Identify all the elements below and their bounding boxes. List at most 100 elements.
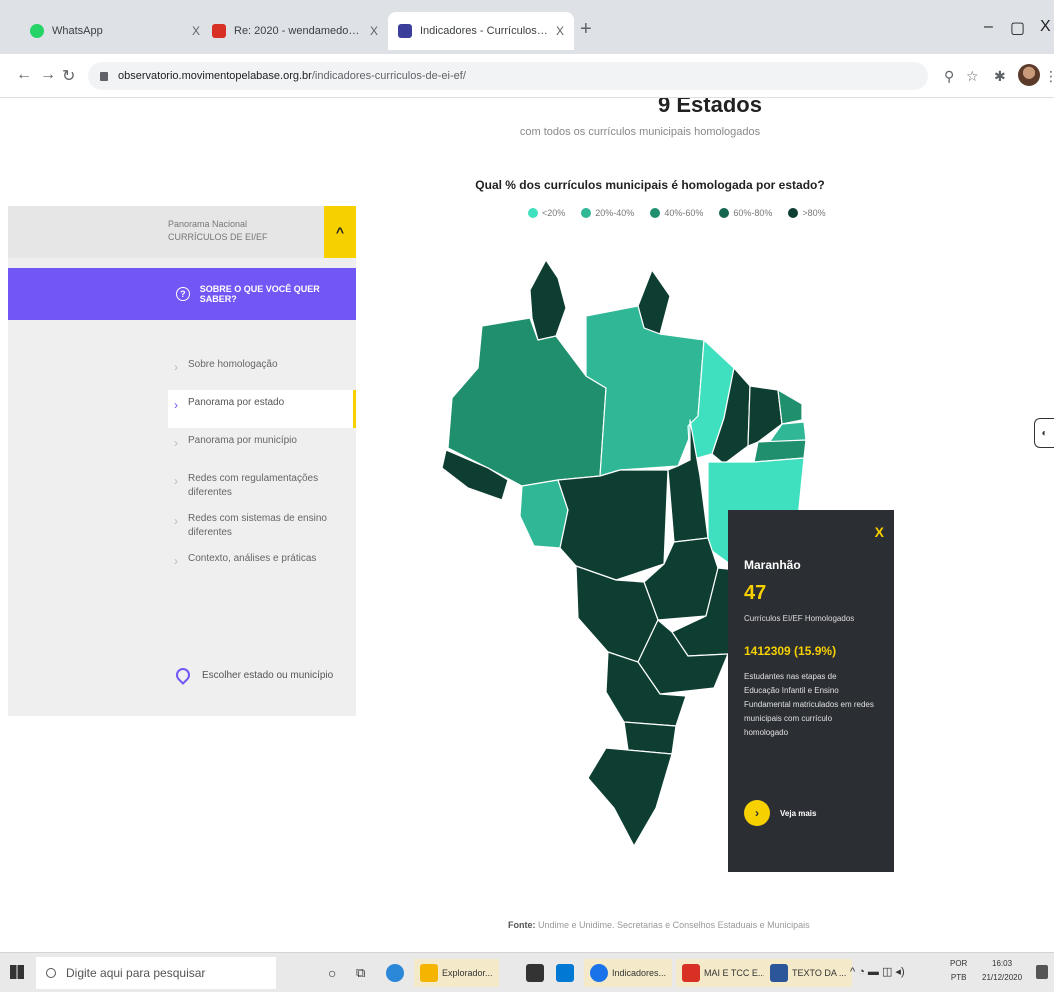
clock-date: 21/12/2020 [982, 973, 1023, 982]
tab-indicadores[interactable]: Indicadores - Currículos de EI EF X [388, 12, 574, 50]
map-state-rr[interactable] [529, 259, 567, 341]
tooltip-students-description: Estudantes nas etapas de Educação Infant… [744, 672, 874, 737]
store-icon[interactable] [526, 959, 548, 987]
gmail-icon [212, 24, 226, 38]
clock-time: 16:03 [992, 959, 1013, 968]
taskbar-app-powerpoint[interactable]: MAI E TCC E... [676, 959, 772, 987]
map-state-mt[interactable] [557, 469, 669, 581]
taskbar-app-explorer[interactable]: Explorador... [414, 959, 499, 987]
keyboard-language[interactable]: POR PTB [950, 957, 967, 985]
reload-icon[interactable]: ↻ [62, 66, 75, 86]
notification-center-icon[interactable] [1036, 965, 1048, 979]
restore-button[interactable]: ▢ [1010, 18, 1025, 38]
sidebar-topic-banner[interactable]: ? SOBRE O QUE VOCÊ QUER SABER? [8, 268, 356, 320]
menu-dots-icon[interactable]: ⋮ [1044, 68, 1054, 85]
back-arrow-icon[interactable]: ← [16, 66, 32, 84]
tooltip-students-value: 1412309 (15.9%) [744, 644, 837, 658]
tab-title: Re: 2020 - wendamedo@gma [234, 25, 362, 37]
minimize-button[interactable]: – [984, 18, 993, 36]
system-tray-icons[interactable]: ^ ◔ ▬ ◫ ◂) [850, 965, 905, 978]
new-tab-button[interactable]: + [580, 18, 592, 41]
sidebar-nav-list: › Sobre homologação › Panorama por estad… [168, 352, 356, 584]
zoom-icon[interactable]: ⚲ [944, 68, 954, 85]
tab-gmail[interactable]: Re: 2020 - wendamedo@gma X [202, 12, 388, 50]
tab-close-icon[interactable]: X [556, 24, 564, 38]
task-view-icon[interactable]: ⧉ [356, 959, 365, 987]
edge-icon[interactable] [386, 959, 408, 987]
taskbar-clock[interactable]: 16:03 21/12/2020 [982, 957, 1022, 985]
chevron-right-icon: › [174, 436, 178, 450]
map-question: Qual % dos currículos municipais é homol… [475, 178, 825, 192]
windows-start-icon[interactable] [10, 965, 24, 979]
tab-close-icon[interactable]: X [370, 24, 378, 38]
collapse-toggle-button[interactable]: ^ [324, 206, 356, 258]
sidebar-item-homologacao[interactable]: › Sobre homologação [168, 352, 356, 390]
close-tooltip-button[interactable]: X [875, 524, 884, 540]
legend-item: <20% [528, 208, 565, 218]
sidebar-header-line-1: Panorama Nacional [168, 219, 248, 229]
map-legend: <20% 20%-40% 40%-60% 60%-80% >80% [528, 208, 826, 218]
bookmark-star-icon[interactable]: ☆ [966, 68, 979, 85]
legend-swatch [788, 208, 799, 218]
sidebar-item-sistemas[interactable]: › Redes com sistemas de ensino diferente… [168, 506, 356, 546]
legend-swatch [650, 208, 661, 218]
chevron-right-icon: › [744, 800, 770, 826]
source-note: Fonte: Undime e Unidime. Secretarias e C… [508, 920, 810, 930]
chevron-right-icon: › [174, 514, 178, 528]
source-text: Undime e Unidime. Secretarias e Conselho… [538, 920, 810, 930]
sidebar-item-label: Panorama por município [188, 435, 297, 446]
forward-arrow-icon[interactable]: → [40, 66, 56, 84]
cortana-icon[interactable]: ○ [328, 959, 336, 987]
whatsapp-icon [30, 24, 44, 38]
browser-tab-bar: WhatsApp X Re: 2020 - wendamedo@gma X In… [0, 0, 1054, 54]
lang-line-1: POR [950, 959, 968, 968]
choose-location-label: Escolher estado ou município [202, 669, 334, 681]
taskbar-app-word[interactable]: TEXTO DA ... [764, 959, 853, 987]
taskbar-search-input[interactable]: Digite aqui para pesquisar [36, 957, 276, 989]
accessibility-tab-icon[interactable]: ◐ [1034, 418, 1054, 448]
url-host: observatorio.movimentopelabase.org.br [118, 70, 312, 82]
legend-swatch [528, 208, 538, 218]
profile-avatar[interactable] [1018, 64, 1040, 86]
sidebar-item-panorama-municipio[interactable]: › Panorama por município [168, 428, 356, 466]
tooltip-state-name: Maranhão [744, 558, 801, 572]
mail-icon[interactable] [556, 959, 578, 987]
tab-close-icon[interactable]: X [192, 24, 200, 38]
tab-whatsapp[interactable]: WhatsApp X [20, 12, 210, 50]
sidebar-item-regulamentacoes[interactable]: › Redes com regulamentações diferentes [168, 466, 356, 506]
lang-line-2: PTB [950, 973, 967, 982]
address-bar[interactable]: observatorio.movimentopelabase.org.br /i… [88, 62, 928, 90]
sidebar-item-label: Redes com sistemas de ensino diferentes [188, 513, 327, 538]
extensions-icon[interactable]: ✱ [994, 68, 1006, 85]
legend-item: 40%-60% [650, 208, 703, 218]
map-state-rs[interactable] [587, 747, 673, 847]
sidebar-item-panorama-estado[interactable]: › Panorama por estado [168, 390, 356, 428]
taskbar-search-placeholder: Digite aqui para pesquisar [66, 966, 206, 980]
tooltip-curricula-label: Currículos EI/EF Homologados [744, 614, 855, 623]
taskbar-app-chrome[interactable]: Indicadores... [584, 959, 673, 987]
legend-label: 20%-40% [595, 208, 635, 218]
taskbar-app-label: Explorador... [442, 968, 493, 978]
legend-swatch [719, 208, 730, 218]
legend-label: 60%-80% [733, 208, 773, 218]
choose-location-button[interactable]: Escolher estado ou município [173, 665, 334, 685]
sidebar-item-contexto[interactable]: › Contexto, análises e práticas [168, 546, 356, 584]
map-state-sc[interactable] [623, 721, 677, 755]
sidebar-item-label: Sobre homologação [188, 359, 278, 370]
see-more-button[interactable]: › Veja mais [744, 800, 816, 826]
sidebar-item-label: Redes com regulamentações diferentes [188, 473, 319, 498]
taskbar-app-label: TEXTO DA ... [792, 968, 847, 978]
see-more-label: Veja mais [780, 808, 817, 818]
sidebar-header[interactable]: Panorama Nacional CURRÍCULOS DE EI/EF ^ [8, 206, 356, 258]
chevron-right-icon: › [174, 554, 178, 568]
close-window-button[interactable]: X [1040, 18, 1051, 36]
windows-taskbar: Digite aqui para pesquisar ○ ⧉ Explorado… [0, 952, 1054, 992]
sidebar-header-label: Panorama Nacional CURRÍCULOS DE EI/EF [168, 218, 268, 244]
map-pin-icon [173, 665, 193, 685]
taskbar-app-label: Indicadores... [612, 968, 667, 978]
lock-icon [100, 71, 108, 81]
question-icon: ? [176, 287, 190, 301]
map-state-rn[interactable] [777, 389, 803, 425]
state-tooltip-card: X Maranhão 47 Currículos EI/EF Homologad… [728, 510, 894, 872]
tab-title: Indicadores - Currículos de EI EF [420, 25, 548, 37]
